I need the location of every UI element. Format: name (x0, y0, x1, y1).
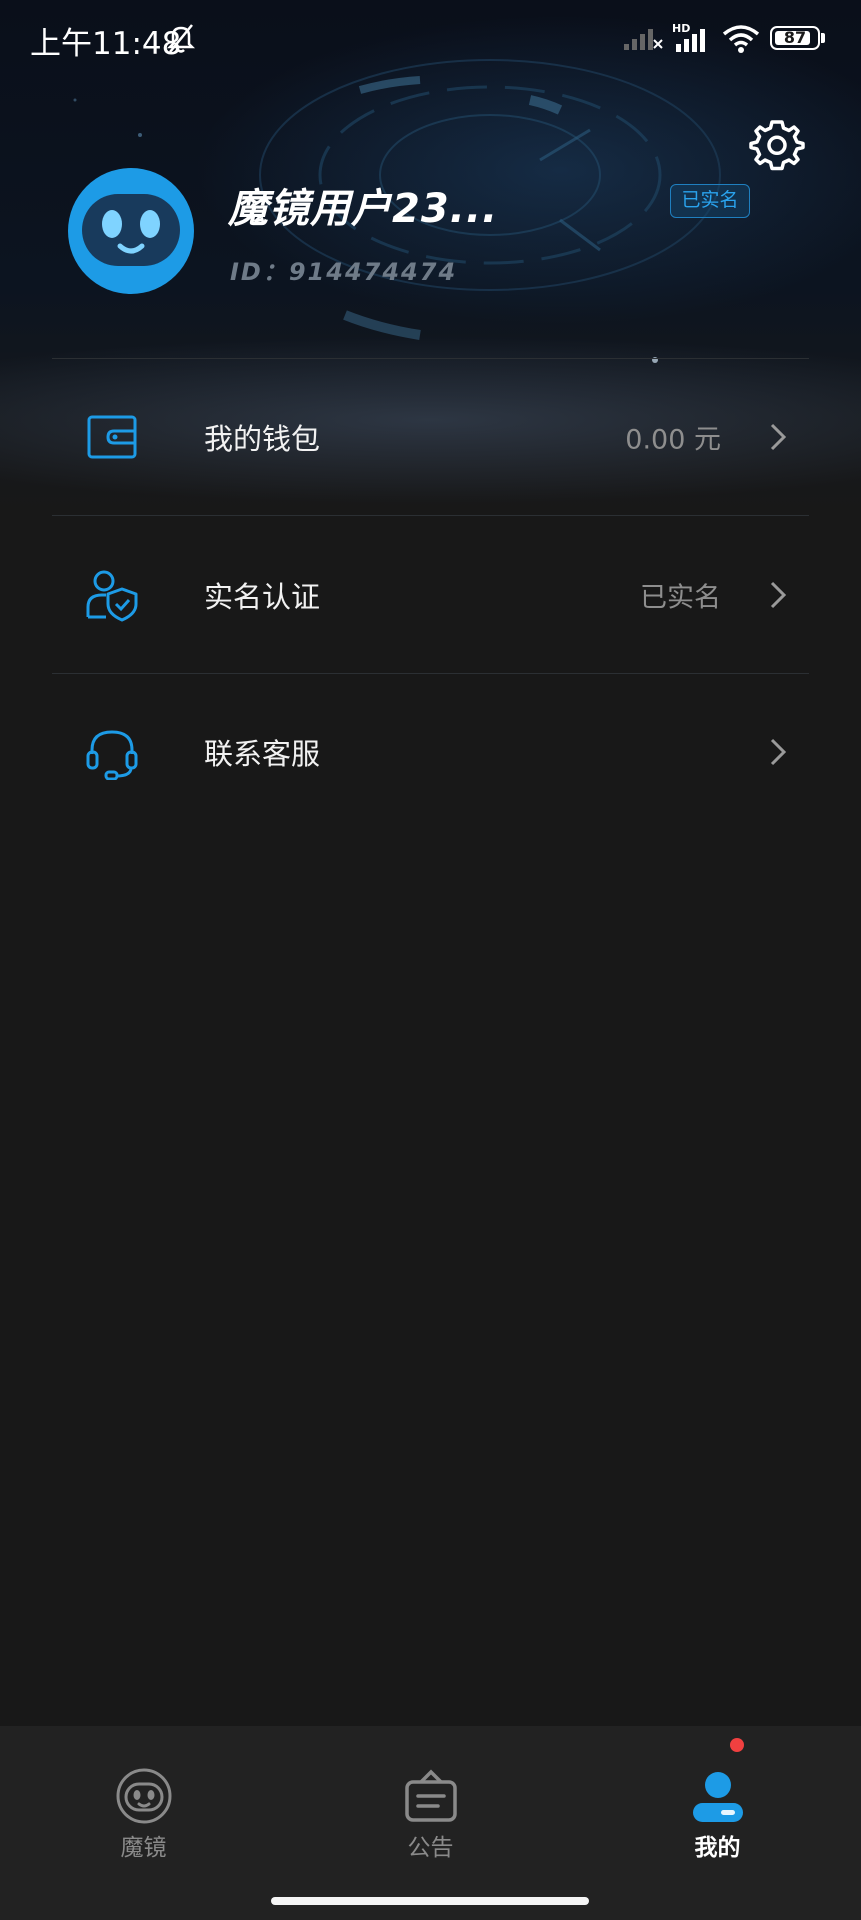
robot-avatar-icon (82, 194, 180, 266)
menu-item-label: 联系客服 (204, 737, 321, 771)
home-indicator[interactable] (271, 1897, 589, 1905)
signal-weak-icon (624, 29, 663, 50)
headset-icon (86, 730, 138, 780)
avatar[interactable] (68, 168, 194, 294)
menu-item-identity-verification[interactable]: 实名认证 已实名 (52, 517, 809, 673)
nav-tab-mine[interactable]: 我的 (574, 1726, 861, 1886)
wallet-icon (87, 415, 137, 459)
chevron-right-icon (770, 423, 787, 451)
bell-off-icon (166, 24, 196, 53)
nav-tab-announcements[interactable]: 公告 (287, 1726, 574, 1886)
announcement-icon (404, 1769, 457, 1822)
nav-tab-mojing[interactable]: 魔镜 (0, 1726, 287, 1886)
battery-cap (821, 33, 825, 43)
verification-status: 已实名 (640, 582, 721, 614)
nav-tab-label: 魔镜 (120, 1835, 167, 1861)
nav-tab-label: 我的 (694, 1835, 741, 1861)
signal-strong-icon (676, 29, 705, 52)
nav-tab-label: 公告 (407, 1835, 454, 1861)
gear-icon[interactable] (748, 116, 806, 174)
menu-item-customer-service[interactable]: 联系客服 (52, 674, 809, 830)
status-bar: 上午11:48 HD 87 (0, 0, 861, 78)
notification-dot (730, 1738, 744, 1752)
profile-icon (692, 1772, 743, 1822)
status-time: 上午11:48 (30, 26, 182, 62)
menu-item-label: 实名认证 (204, 580, 321, 614)
battery-indicator: 87 (770, 26, 820, 50)
divider (52, 515, 809, 516)
chevron-right-icon (770, 738, 787, 766)
bottom-navigation: 魔镜 公告 我的 (0, 1726, 861, 1920)
menu-item-wallet[interactable]: 我的钱包 0.00 元 (52, 359, 809, 515)
username: 魔镜用户23... (228, 186, 499, 232)
user-id: ID：914474474 (230, 258, 458, 286)
battery-level: 87 (783, 28, 807, 47)
identity-verified-icon (86, 570, 138, 622)
chevron-right-icon (770, 581, 787, 609)
wifi-icon (722, 25, 760, 53)
mojing-robot-icon (116, 1768, 171, 1824)
verified-badge: 已实名 (670, 184, 750, 218)
menu-item-label: 我的钱包 (204, 422, 321, 456)
wallet-balance: 0.00 元 (625, 424, 721, 456)
